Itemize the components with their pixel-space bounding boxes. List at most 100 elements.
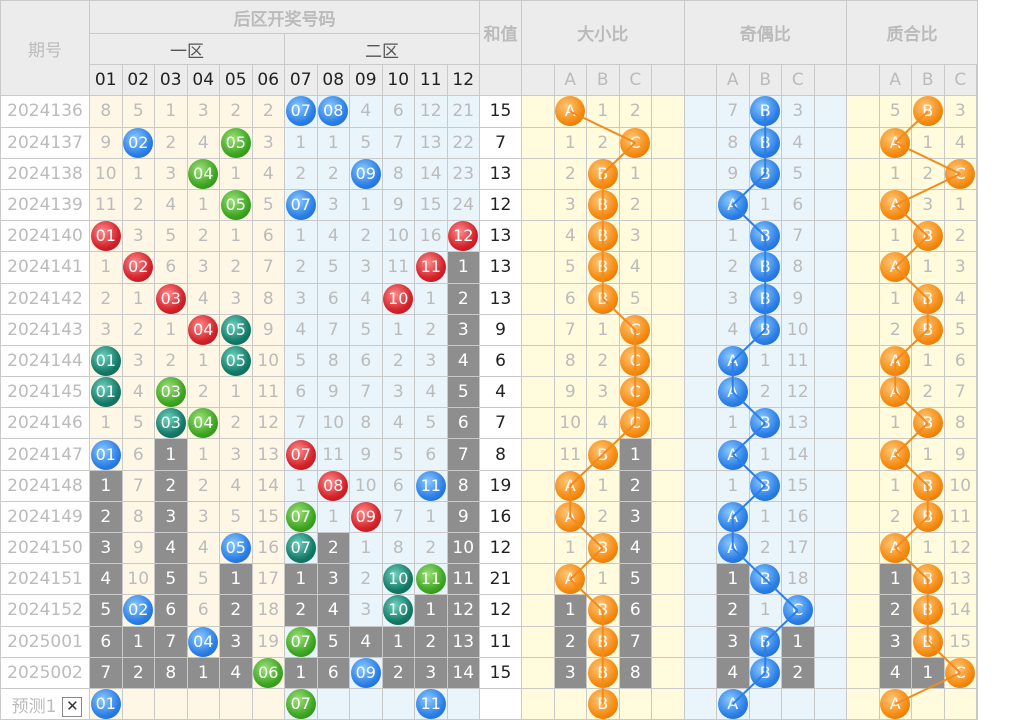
prediction-ball[interactable]: 11: [415, 689, 446, 720]
prediction-cell[interactable]: [186, 687, 220, 720]
prediction-cell[interactable]: [446, 687, 480, 720]
parity-ball-B: B: [750, 626, 781, 657]
number-cell: 1: [219, 563, 253, 596]
size-pad: [651, 376, 685, 409]
size-cell: 2: [586, 344, 620, 378]
number-cell: 1: [381, 313, 415, 346]
drawn-ball: 05: [220, 533, 251, 564]
prediction-size-ball[interactable]: B: [587, 689, 618, 720]
number-cell: 4: [219, 469, 253, 502]
prediction-parity-ball[interactable]: A: [717, 689, 748, 720]
size-cell: 10: [553, 407, 587, 440]
prime-cell-hit: A: [878, 438, 912, 471]
prediction-prime-cell[interactable]: [911, 687, 945, 720]
prime-cell: 1: [878, 220, 912, 253]
number-cell: 3: [219, 282, 253, 315]
number-cell: 1: [186, 438, 220, 471]
prime-cell-hit: B: [911, 282, 945, 315]
parity-pad: [813, 469, 847, 502]
size-cell: 8: [553, 344, 587, 378]
prediction-cell[interactable]: [251, 687, 285, 720]
table-row: 2024152 5 02 6 6 2 18 2 4 3 10 1 12 12 1 B 6 2 1 C 2 B 14: [0, 594, 978, 627]
prediction-cell-selected[interactable]: 01: [89, 687, 123, 720]
prime-ball-B: B: [912, 626, 943, 657]
prime-pad: [846, 126, 880, 159]
number-cell: 6: [414, 438, 448, 471]
size-cell-hit: C: [618, 313, 652, 346]
number-cell: 2: [186, 376, 220, 409]
number-cell: 3: [89, 313, 123, 346]
prediction-cell[interactable]: [381, 687, 415, 720]
number-cell: 13: [414, 126, 448, 159]
number-cell: 11: [89, 188, 123, 222]
prime-cell: 6: [943, 344, 977, 378]
prime-pad: [846, 687, 880, 720]
number-cell-drawn: 06: [251, 656, 285, 689]
prediction-cell[interactable]: [316, 687, 350, 720]
prediction-cell[interactable]: [121, 687, 155, 720]
prime-cell: 13: [943, 563, 977, 596]
sum-header: 和值: [479, 0, 522, 66]
number-cell: 3: [284, 282, 318, 315]
table-row: 2025001 6 1 7 04 3 19 07 5 4 1 2 13 11 2 B 7 3 B 1 3 B 15: [0, 625, 978, 658]
prediction-cell[interactable]: [154, 687, 188, 720]
number-cell: 8: [316, 344, 350, 378]
number-cell: 10: [381, 220, 415, 253]
table-row: 2024137 9 02 2 4 05 3 1 1 5 7 13 22 7 1 2 C 8 B 4 A 1 4: [0, 126, 978, 159]
sum-cell: 12: [479, 531, 522, 565]
size-pad: [521, 531, 555, 565]
number-cell: 5: [186, 563, 220, 596]
prediction-size-cell[interactable]: [553, 687, 587, 720]
prediction-size-cell[interactable]: [618, 687, 652, 720]
drawn-ball: 08: [318, 96, 349, 127]
prediction-prime-ball[interactable]: A: [880, 689, 911, 720]
number-cell: 4: [316, 594, 350, 627]
prediction-prime-cell[interactable]: [943, 687, 977, 720]
parity-pad: [813, 656, 847, 689]
prediction-ball[interactable]: 01: [90, 689, 121, 720]
close-icon[interactable]: ✕: [62, 696, 83, 717]
number-cell: 3: [251, 126, 285, 159]
number-cell: 4: [251, 157, 285, 190]
parity-ball-B: B: [750, 564, 781, 595]
parity-cell: 3: [781, 95, 815, 128]
number-cell-drawn: 04: [186, 625, 220, 658]
size-col-B: B: [586, 64, 620, 97]
prediction-cell-selected[interactable]: 11: [414, 687, 448, 720]
drawn-ball: 10: [383, 595, 414, 626]
number-cell-drawn: 11: [414, 251, 448, 284]
drawn-ball: 04: [188, 158, 219, 189]
size-cell: 5: [618, 563, 652, 596]
number-cell: 3: [316, 563, 350, 596]
prediction-parity-cell[interactable]: [781, 687, 815, 720]
prime-cell-hit: A: [878, 344, 912, 378]
number-cell: 1: [349, 188, 383, 222]
prime-pad: [846, 625, 880, 658]
prediction-parity-cell[interactable]: A: [716, 687, 750, 720]
parity-cell-hit: B: [748, 625, 782, 658]
prediction-label-cell: 预测1 ✕: [0, 687, 90, 720]
parity-cell: 15: [781, 469, 815, 502]
prediction-parity-cell[interactable]: [748, 687, 782, 720]
prediction-prime-cell[interactable]: A: [878, 687, 912, 720]
prime-pad: [976, 95, 978, 128]
number-cell: 5: [349, 313, 383, 346]
number-cell: 10: [446, 531, 480, 565]
parity-ball-A: A: [717, 501, 748, 532]
prediction-size-cell[interactable]: B: [586, 687, 620, 720]
prediction-cell-selected[interactable]: 07: [284, 687, 318, 720]
prediction-cell[interactable]: [349, 687, 383, 720]
prime-ball-A: A: [880, 377, 911, 408]
parity-cell: 2: [716, 594, 750, 627]
prime-pad: [846, 188, 880, 222]
prediction-ball[interactable]: 07: [285, 689, 316, 720]
number-cell: 6: [186, 594, 220, 627]
prediction-cell[interactable]: [219, 687, 253, 720]
size-cell-hit: C: [618, 376, 652, 409]
number-cell: 7: [381, 126, 415, 159]
prime-pad: [846, 438, 880, 471]
parity-cell: 9: [716, 157, 750, 190]
prime-cell: 1: [911, 344, 945, 378]
drawn-ball: 03: [155, 377, 186, 408]
prime-cell-hit: C: [943, 157, 977, 190]
